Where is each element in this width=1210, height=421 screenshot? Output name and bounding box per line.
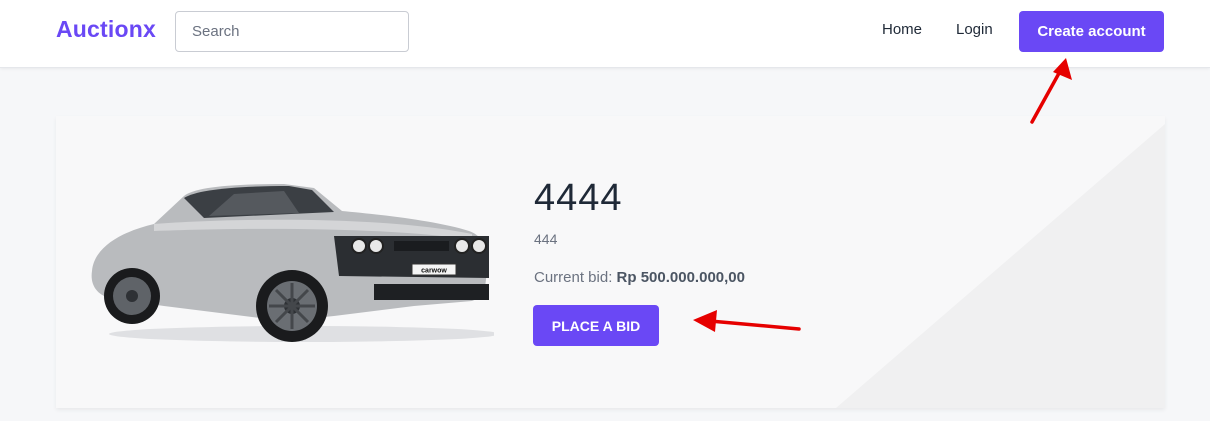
place-bid-button[interactable]: PLACE A BID [533,305,659,346]
car-image: carwow [91,184,494,342]
auction-title: 4444 [534,177,623,219]
current-bid-value: Rp 500.000.000,00 [616,269,745,286]
current-bid-line: Current bid: Rp 500.000.000,00 [534,269,745,286]
annotation-arrow-create-account [1030,58,1072,124]
search-input[interactable] [175,11,409,52]
nav-link-home[interactable]: Home [882,21,922,38]
auction-description: 444 [534,231,558,247]
annotation-arrow-place-bid [693,310,801,332]
nav-link-login[interactable]: Login [956,21,993,38]
car-plate-text: carwow [421,268,447,275]
create-account-button[interactable]: Create account [1019,11,1164,52]
current-bid-label: Current bid: [534,269,613,286]
brand-logo[interactable]: Auctionx [56,16,156,43]
auction-card: carwow 4444 444 Current bid: Rp 500.000.… [56,116,1165,408]
